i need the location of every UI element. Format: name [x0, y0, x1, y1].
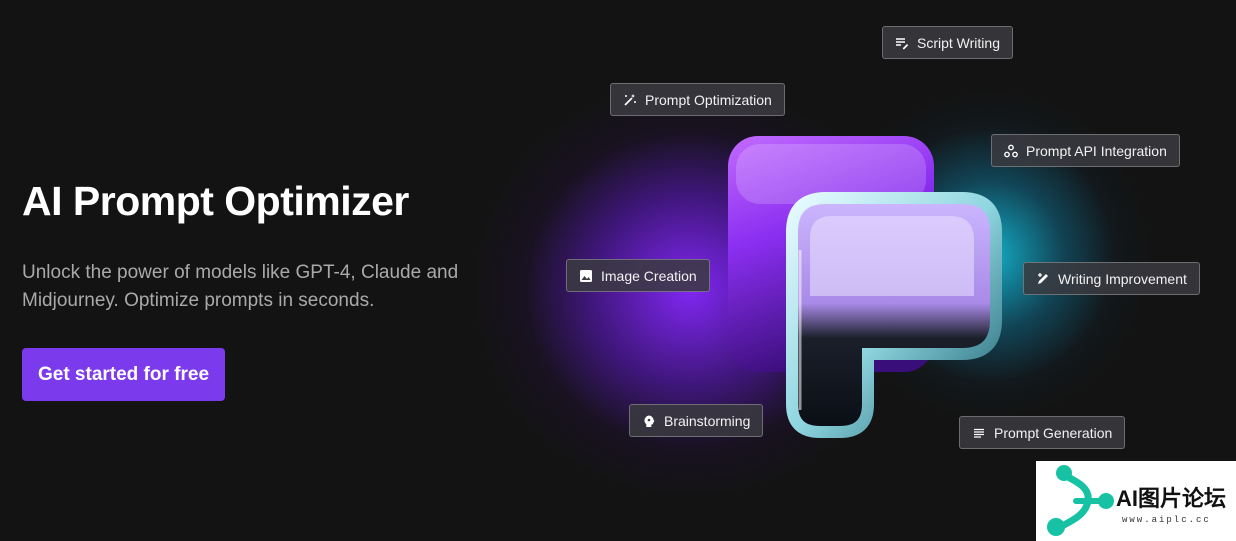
chip-label: Writing Improvement: [1058, 270, 1187, 287]
webhook-icon: [1004, 144, 1018, 158]
script-icon: [895, 36, 909, 50]
p-logo-illustration: [728, 136, 1002, 438]
watermark: AI图片论坛 www.aiplc.cc: [1036, 461, 1236, 541]
get-started-button[interactable]: Get started for free: [22, 348, 225, 401]
chip-label: Brainstorming: [664, 412, 751, 429]
chip-label: Image Creation: [601, 267, 697, 284]
magic-wand-icon: [623, 93, 637, 107]
chip-image-creation[interactable]: Image Creation: [566, 259, 710, 292]
chip-label: Script Writing: [917, 34, 1000, 51]
chip-label: Prompt Generation: [994, 424, 1113, 441]
brain-icon: [642, 414, 656, 428]
watermark-text: AI图片论坛: [1116, 486, 1227, 511]
chip-brainstorming[interactable]: Brainstorming: [629, 404, 764, 437]
hero-section: AI Prompt Optimizer Unlock the power of …: [22, 0, 522, 541]
chip-script-writing[interactable]: Script Writing: [882, 26, 1013, 59]
chip-label: Prompt API Integration: [1026, 142, 1167, 159]
lines-icon: [972, 426, 986, 440]
image-icon: [579, 269, 593, 283]
chip-prompt-api-integration[interactable]: Prompt API Integration: [991, 134, 1180, 167]
chip-prompt-optimization[interactable]: Prompt Optimization: [610, 83, 785, 116]
hero-subtitle: Unlock the power of models like GPT-4, C…: [22, 262, 459, 311]
watermark-logo-icon: [1047, 465, 1114, 536]
watermark-url: www.aiplc.cc: [1122, 515, 1211, 525]
chip-label: Prompt Optimization: [645, 91, 772, 108]
chip-prompt-generation[interactable]: Prompt Generation: [959, 416, 1126, 449]
chip-writing-improvement[interactable]: Writing Improvement: [1023, 262, 1200, 295]
edit-icon: [1036, 272, 1050, 286]
page-title: AI Prompt Optimizer: [22, 178, 409, 224]
